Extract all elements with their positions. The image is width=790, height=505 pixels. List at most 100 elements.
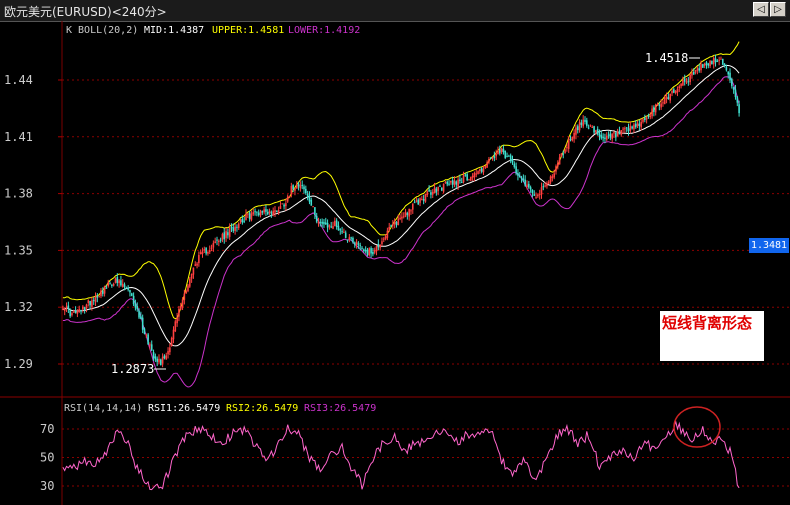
candle-body — [190, 273, 193, 279]
candle-body — [143, 328, 146, 334]
candle-body — [288, 196, 291, 198]
candle-body — [529, 187, 532, 190]
candle-body — [555, 166, 557, 172]
candle-body — [721, 58, 724, 65]
candle-body — [455, 181, 458, 185]
candle-body — [261, 210, 264, 213]
candle-body — [266, 212, 269, 215]
candle-body — [486, 162, 488, 168]
candle-body — [265, 209, 267, 212]
candle-body — [605, 135, 608, 140]
candle-body — [353, 242, 356, 245]
candle-body — [321, 221, 323, 224]
candle-body — [595, 130, 597, 133]
candle-body — [158, 358, 160, 363]
candle-body — [696, 68, 699, 71]
chart-canvas[interactable]: 1.44 1.41 1.38 1.35 1.32 1.29 70 50 30 K BOLL(2… — [0, 0, 790, 505]
boll-indicator-name: K BOLL(20,2) — [66, 25, 138, 36]
candle-body — [277, 209, 280, 214]
candle-body — [388, 226, 391, 230]
candle-body — [312, 206, 314, 208]
candle-body — [393, 221, 396, 225]
candle-body — [339, 229, 342, 231]
candle-body — [419, 198, 421, 203]
candle-body — [557, 162, 559, 167]
candle-body — [682, 80, 684, 86]
candle-body — [205, 247, 207, 254]
candle-body — [256, 211, 258, 213]
candle-body — [544, 185, 546, 187]
candle-body — [533, 194, 536, 196]
candle-body — [170, 338, 173, 346]
candle-body — [680, 83, 682, 87]
candle-body — [564, 149, 566, 154]
candle-body — [295, 184, 298, 189]
candle-body — [558, 157, 561, 165]
candle-body — [475, 173, 478, 175]
candle-body — [431, 191, 434, 195]
candle-body — [279, 205, 282, 209]
candle-body — [232, 227, 235, 232]
candle-body — [167, 351, 169, 355]
candle-body — [576, 126, 579, 130]
candle-body — [245, 213, 247, 221]
candle-body — [94, 296, 97, 303]
candle-body — [720, 58, 722, 60]
candle-body — [683, 78, 686, 82]
candle-body — [649, 115, 652, 118]
candle-body — [604, 137, 606, 139]
candle-body — [341, 231, 343, 233]
candle-body — [259, 211, 262, 216]
candle-body — [546, 183, 548, 187]
candle-body — [731, 79, 733, 87]
candle-body — [252, 212, 255, 215]
candle-body — [156, 358, 158, 362]
candle-body — [390, 225, 392, 227]
candle-body — [517, 172, 519, 176]
candle-body — [274, 210, 276, 213]
high-price-annotation: 1.4518 — [645, 51, 688, 65]
candle-body — [147, 334, 149, 345]
candle-body — [386, 230, 389, 238]
candle-body — [301, 184, 304, 186]
candle-body — [673, 89, 675, 93]
candle-body — [63, 309, 66, 311]
candle-body — [78, 308, 81, 312]
candle-body — [609, 133, 612, 138]
candle-body — [332, 226, 334, 229]
candle-body — [450, 180, 452, 183]
candle-body — [127, 287, 129, 290]
candle-body — [495, 153, 497, 157]
candle-body — [310, 199, 313, 206]
signal-label-box: 短线背离形态 — [660, 311, 764, 361]
y-tick-label: 1.44 — [4, 73, 33, 87]
candle-body — [560, 153, 563, 157]
candle-body — [522, 178, 525, 181]
candle-body — [297, 184, 300, 187]
candle-body — [82, 306, 84, 310]
candle-body — [96, 296, 99, 298]
candle-body — [379, 244, 381, 248]
candle-body — [116, 276, 119, 284]
candle-body — [219, 239, 222, 241]
candle-body — [196, 263, 198, 266]
low-price-annotation: 1.2873 — [111, 362, 154, 376]
candle-body — [676, 88, 679, 93]
candle-body — [382, 238, 385, 240]
candle-body — [181, 299, 184, 308]
candle-body — [611, 134, 613, 139]
rsi3-label: RSI3:26.5479 — [304, 403, 376, 414]
candle-body — [114, 278, 117, 283]
candle-body — [613, 132, 615, 134]
candle-body — [363, 249, 365, 252]
candle-body — [662, 102, 664, 104]
candle-body — [451, 180, 454, 185]
candle-body — [348, 237, 351, 240]
candle-body — [446, 181, 449, 185]
rsi-indicator-name: RSI(14,14,14) — [64, 403, 142, 414]
candle-body — [324, 222, 327, 225]
candle-body — [714, 58, 717, 63]
candle-body — [678, 86, 681, 89]
candle-body — [598, 133, 601, 137]
rsi1-label: RSI1:26.5479 — [148, 403, 220, 414]
